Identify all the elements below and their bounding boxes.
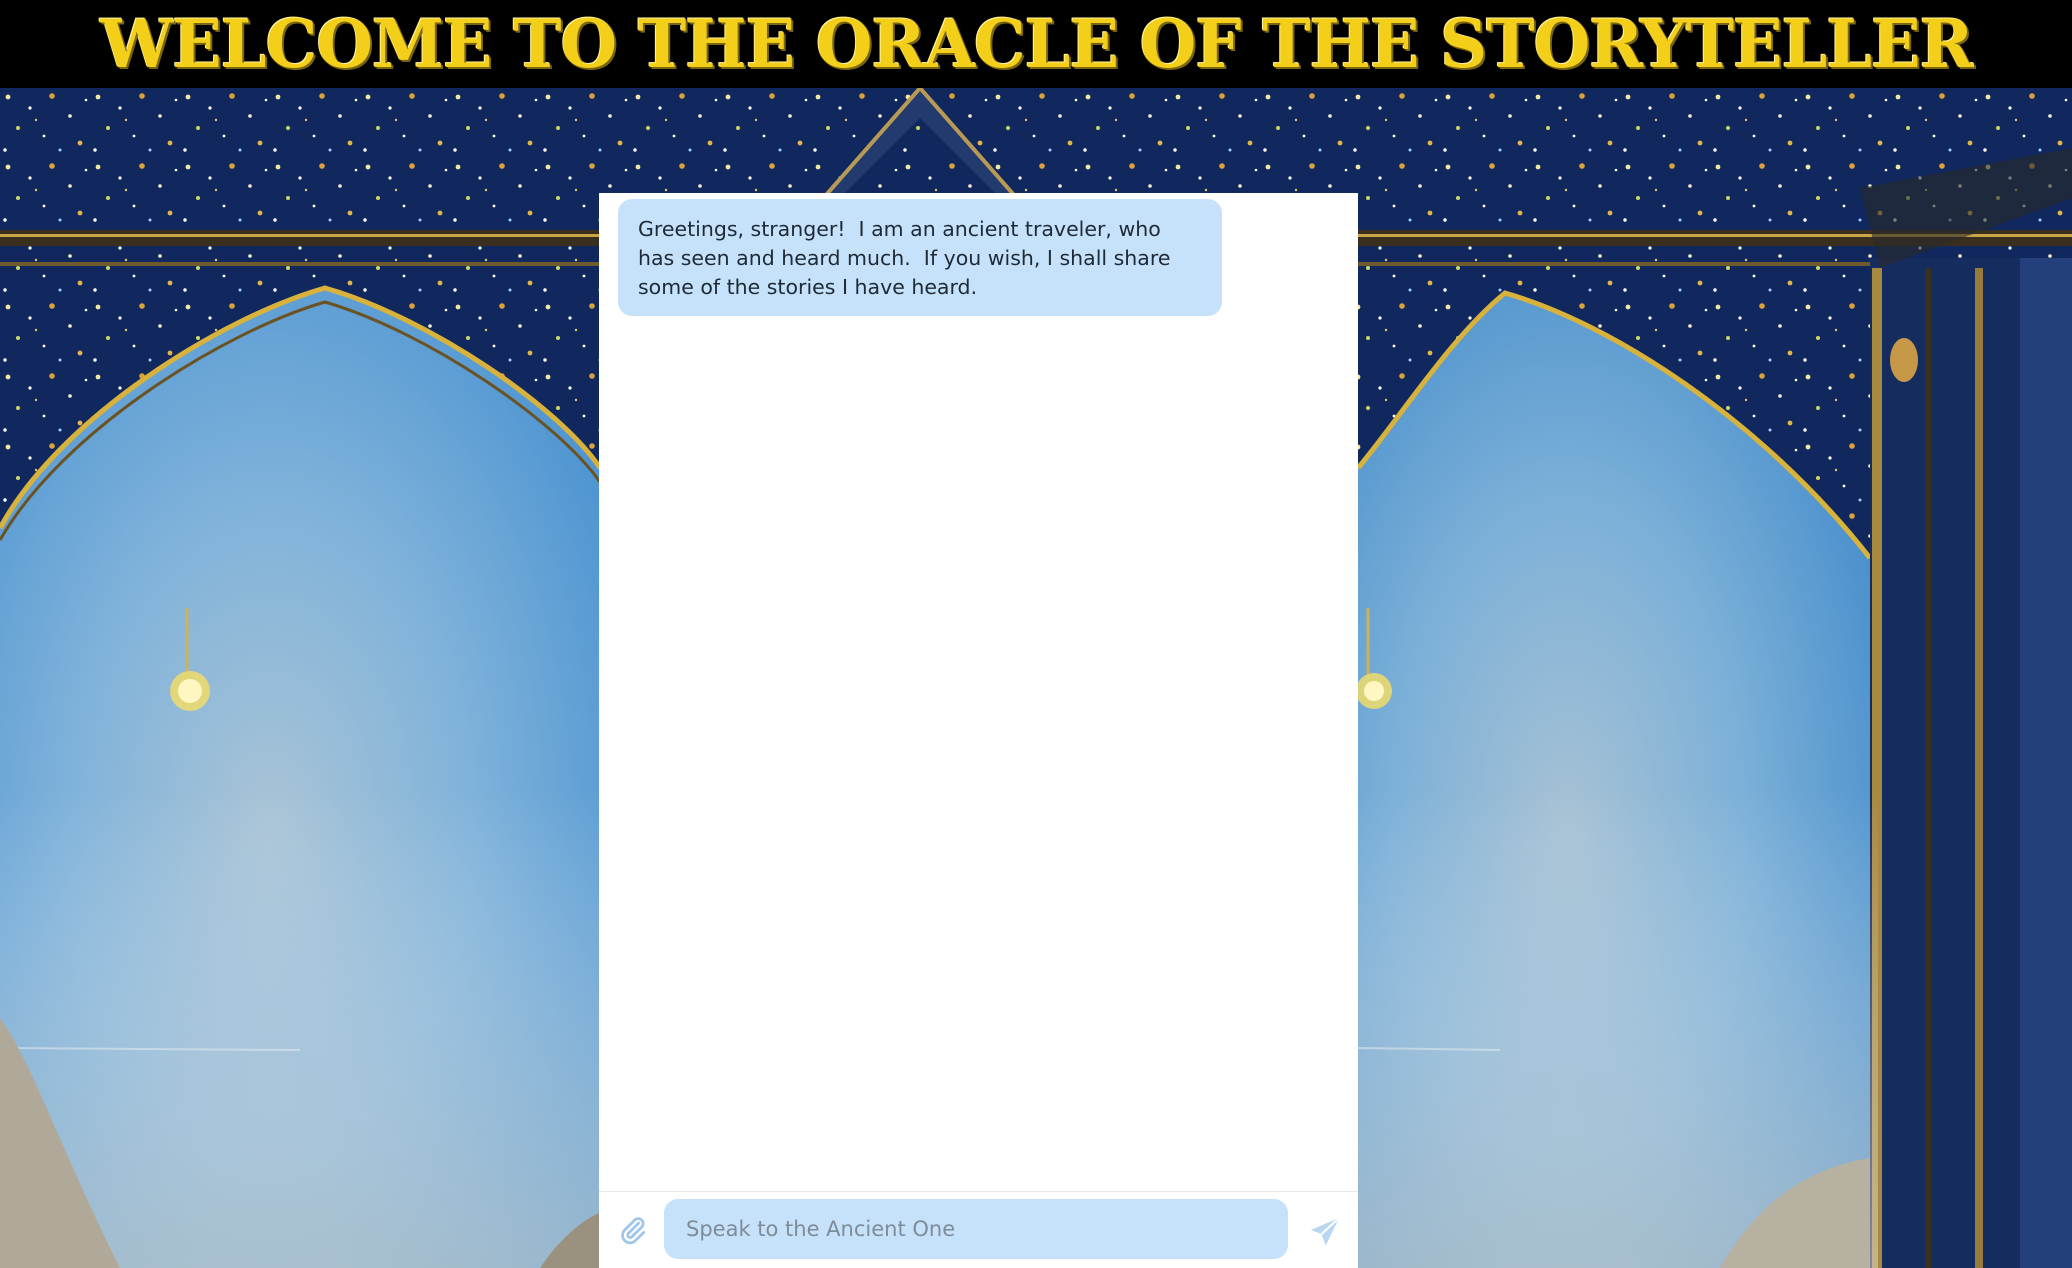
- message-composer: [599, 1191, 1358, 1268]
- message-input[interactable]: [664, 1199, 1288, 1259]
- attach-button[interactable]: [613, 1210, 653, 1250]
- page-title: WELCOME TO THE ORACLE OF THE STORYTELLER: [99, 5, 1973, 83]
- message-list: Greetings, stranger! I am an ancient tra…: [599, 193, 1358, 1191]
- paperclip-icon: [621, 1217, 645, 1245]
- title-banner: WELCOME TO THE ORACLE OF THE STORYTELLER: [0, 0, 2072, 88]
- bot-message-bubble: Greetings, stranger! I am an ancient tra…: [618, 199, 1222, 316]
- send-button[interactable]: [1303, 1210, 1347, 1254]
- send-icon: [1310, 1217, 1340, 1246]
- chat-window: Greetings, stranger! I am an ancient tra…: [599, 193, 1358, 1268]
